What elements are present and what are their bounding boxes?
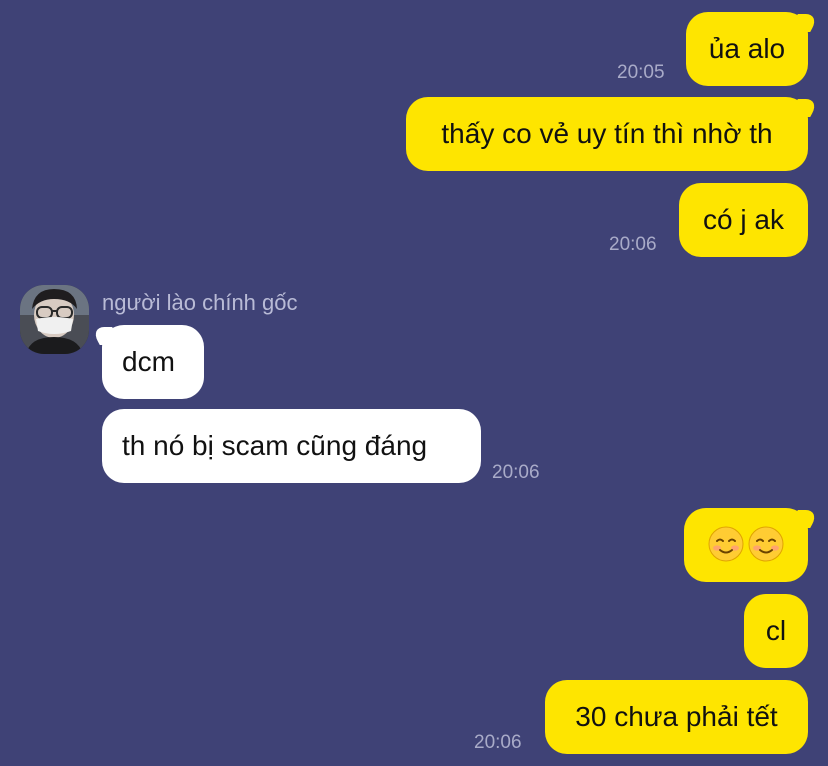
- message-bubble-out-emoji[interactable]: [684, 508, 808, 582]
- chat-window[interactable]: ủa alo 20:05 thấy co vẻ uy tín thì nhờ t…: [0, 0, 828, 766]
- smiling-face-icon: [708, 526, 744, 562]
- message-bubble-out[interactable]: cl: [744, 594, 808, 668]
- sender-name: người lào chính gốc: [102, 290, 298, 315]
- message-bubble-out[interactable]: ủa alo: [686, 12, 808, 86]
- message-bubble-out[interactable]: thấy co vẻ uy tín thì nhờ th: [406, 97, 808, 171]
- contact-avatar[interactable]: [20, 285, 89, 354]
- smiling-face-icon: [748, 526, 784, 562]
- message-time: 20:06: [492, 462, 540, 483]
- message-time: 20:06: [474, 732, 522, 753]
- message-bubble-in[interactable]: dcm: [102, 325, 204, 399]
- message-time: 20:06: [609, 234, 657, 255]
- message-time: 20:05: [617, 62, 665, 83]
- message-bubble-out[interactable]: có j ak: [679, 183, 808, 257]
- person-photo-icon: [20, 285, 89, 354]
- message-bubble-out[interactable]: 30 chưa phải tết: [545, 680, 808, 754]
- message-bubble-in[interactable]: th nó bị scam cũng đáng: [102, 409, 481, 483]
